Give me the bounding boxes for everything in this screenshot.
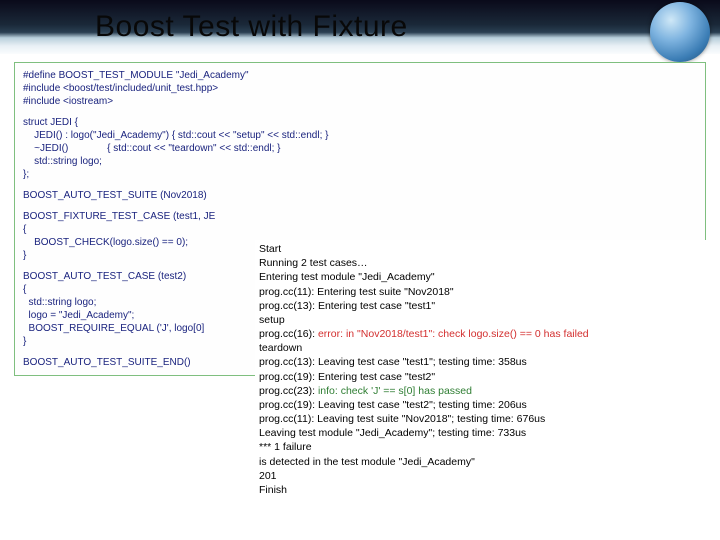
output-line: Start [259,242,711,256]
error-text: error: in "Nov2018/test1": check logo.si… [318,328,589,340]
jcsda-logo-icon [650,2,710,62]
title-banner: Boost Test with Fixture [0,0,720,54]
output-line: Leaving test module "Jedi_Academy"; test… [259,426,711,440]
output-line: prog.cc(13): Entering test case "test1" [259,299,711,313]
output-info-line: prog.cc(23): info: check 'J' == s[0] has… [259,384,711,398]
code-line: #define BOOST_TEST_MODULE "Jedi_Academy" [23,69,697,82]
output-line: Finish [259,483,711,497]
code-line: #include <boost/test/included/unit_test.… [23,82,697,95]
code-line: struct JEDI { [23,116,697,129]
code-line: JEDI() : logo("Jedi_Academy") { std::cou… [23,129,697,142]
code-line: }; [23,168,697,181]
output-line: Running 2 test cases… [259,256,711,270]
output-prefix: prog.cc(16): [259,328,318,340]
output-prefix: prog.cc(23): [259,385,318,397]
program-output: Start Running 2 test cases… Entering tes… [255,240,715,499]
info-text: info: check 'J' == s[0] has passed [318,385,472,397]
output-line: prog.cc(11): Leaving test suite "Nov2018… [259,412,711,426]
output-line: prog.cc(13): Leaving test case "test1"; … [259,355,711,369]
output-line: teardown [259,341,711,355]
output-line: prog.cc(19): Leaving test case "test2"; … [259,398,711,412]
output-line: is detected in the test module "Jedi_Aca… [259,455,711,469]
code-line: BOOST_AUTO_TEST_SUITE (Nov2018) [23,189,697,202]
code-line: ~JEDI() { std::cout << "teardown" << std… [23,142,697,155]
output-line: Entering test module "Jedi_Academy" [259,270,711,284]
code-struct: struct JEDI { JEDI() : logo("Jedi_Academ… [23,116,697,181]
output-line: setup [259,313,711,327]
output-line: prog.cc(11): Entering test suite "Nov201… [259,285,711,299]
code-line: { [23,223,697,236]
code-line: #include <iostream> [23,95,697,108]
slide-title: Boost Test with Fixture [95,10,408,44]
output-line: 201 [259,469,711,483]
code-line: BOOST_FIXTURE_TEST_CASE (test1, JE [23,210,697,223]
code-suite: BOOST_AUTO_TEST_SUITE (Nov2018) [23,189,697,202]
code-line: std::string logo; [23,155,697,168]
output-line: prog.cc(19): Entering test case "test2" [259,370,711,384]
output-error-line: prog.cc(16): error: in "Nov2018/test1": … [259,327,711,341]
output-line: *** 1 failure [259,440,711,454]
